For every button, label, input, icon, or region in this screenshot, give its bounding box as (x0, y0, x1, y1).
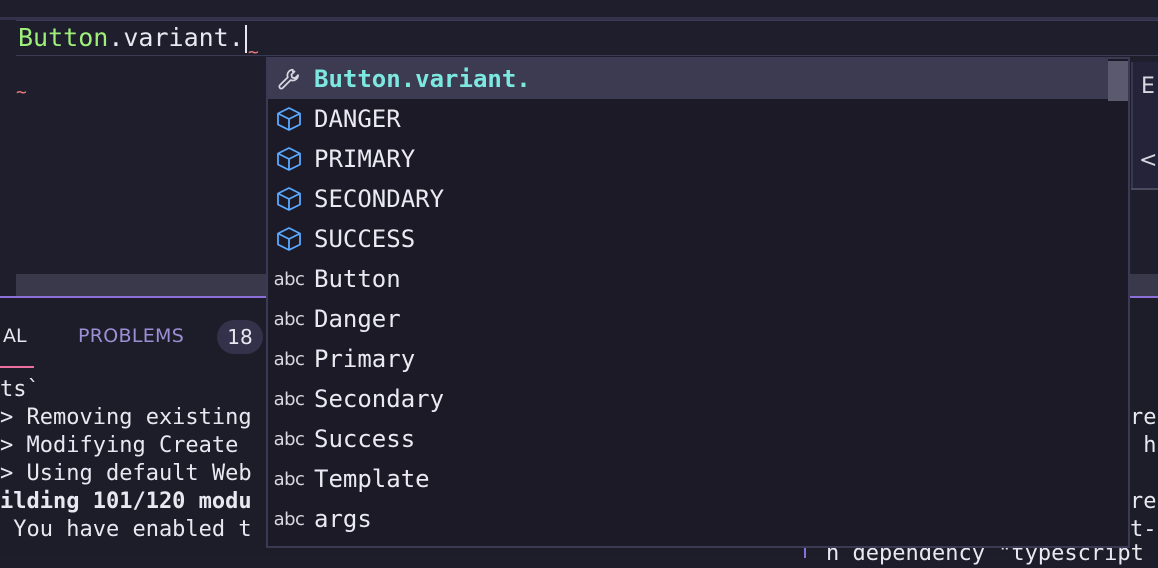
suggestion-widget[interactable]: Button.variant. DANGER PRIMARY SECONDARY SUC… (266, 57, 1130, 548)
suggestion-label: Button.variant. (314, 65, 531, 93)
suggestion-item[interactable]: abc Button (268, 259, 1108, 299)
abc-icon: abc (273, 508, 305, 530)
details-pane: E < (1131, 62, 1158, 188)
details-pane-divider (1131, 188, 1158, 190)
terminal-line: > Using default Web (0, 461, 252, 486)
suggestion-item[interactable]: PRIMARY (268, 139, 1108, 179)
terminal-line: ilding 101/120 modu (0, 489, 252, 514)
suggestion-label: SUCCESS (314, 225, 416, 253)
suggestion-label: DANGER (314, 105, 401, 133)
abc-icon: abc (273, 268, 305, 290)
suggestion-item[interactable]: abc args (268, 499, 1108, 539)
details-pane-text-bottom: < (1139, 148, 1158, 173)
suggestion-label: PRIMARY (314, 145, 416, 173)
suggestion-label: Danger (314, 305, 401, 333)
terminal-line-right: res (1130, 489, 1158, 514)
abc-icon: abc (273, 308, 305, 330)
problems-count-badge: 18 (217, 320, 263, 354)
current-line[interactable]: Button.variant. (16, 20, 1158, 56)
terminal-line: You have enabled t (0, 517, 252, 542)
suggestion-item[interactable]: SECONDARY (268, 179, 1108, 219)
details-pane-text-top: E (1141, 74, 1155, 99)
terminal-line-right: res (1130, 405, 1158, 430)
terminal-line: > Removing existing (0, 405, 252, 430)
abc-icon: abc (273, 468, 305, 490)
abc-icon: abc (273, 348, 305, 370)
abc-icon: abc (273, 428, 305, 450)
tab-problems[interactable]: PROBLEMS (78, 325, 184, 347)
code-identifier: Button (18, 23, 109, 52)
suggestion-item[interactable]: abc Template (268, 459, 1108, 499)
code-text[interactable]: Button.variant. (18, 21, 247, 55)
suggestion-item[interactable]: Button.variant. (268, 59, 1108, 99)
abc-icon: abc (273, 388, 305, 410)
suggestion-label: Primary (314, 345, 416, 373)
suggestion-label: args (314, 505, 372, 533)
suggestion-label: SECONDARY (314, 185, 445, 213)
terminal-line-right: ha (1143, 433, 1158, 458)
suggestion-label: Template (314, 465, 430, 493)
tab-terminal[interactable]: AL (3, 325, 27, 347)
suggestion-item[interactable]: DANGER (268, 99, 1108, 139)
cube-icon (274, 225, 304, 253)
suggestion-item[interactable]: abc Secondary (268, 379, 1108, 419)
error-squiggle: ~ (248, 42, 259, 63)
suggestion-label: Button (314, 265, 401, 293)
error-squiggle-gutter: ~ (16, 82, 27, 103)
text-cursor (244, 25, 247, 53)
terminal-line: ts` (0, 377, 40, 402)
terminal-line: > Modifying Create (0, 433, 239, 458)
suggestion-item[interactable]: SUCCESS (268, 219, 1108, 259)
suggestion-scrollbar[interactable] (1108, 61, 1128, 101)
suggestion-label: Success (314, 425, 416, 453)
suggestion-label: Secondary (314, 385, 445, 413)
suggestion-item[interactable]: abc Primary (268, 339, 1108, 379)
suggestion-item[interactable]: abc Success (268, 419, 1108, 459)
suggestion-item[interactable]: abc Danger (268, 299, 1108, 339)
cube-icon (274, 105, 304, 133)
code-member-access: .variant. (108, 23, 244, 52)
cube-icon (274, 185, 304, 213)
active-tab-indicator (0, 366, 34, 368)
cube-icon (274, 145, 304, 173)
wrench-icon (274, 65, 304, 93)
